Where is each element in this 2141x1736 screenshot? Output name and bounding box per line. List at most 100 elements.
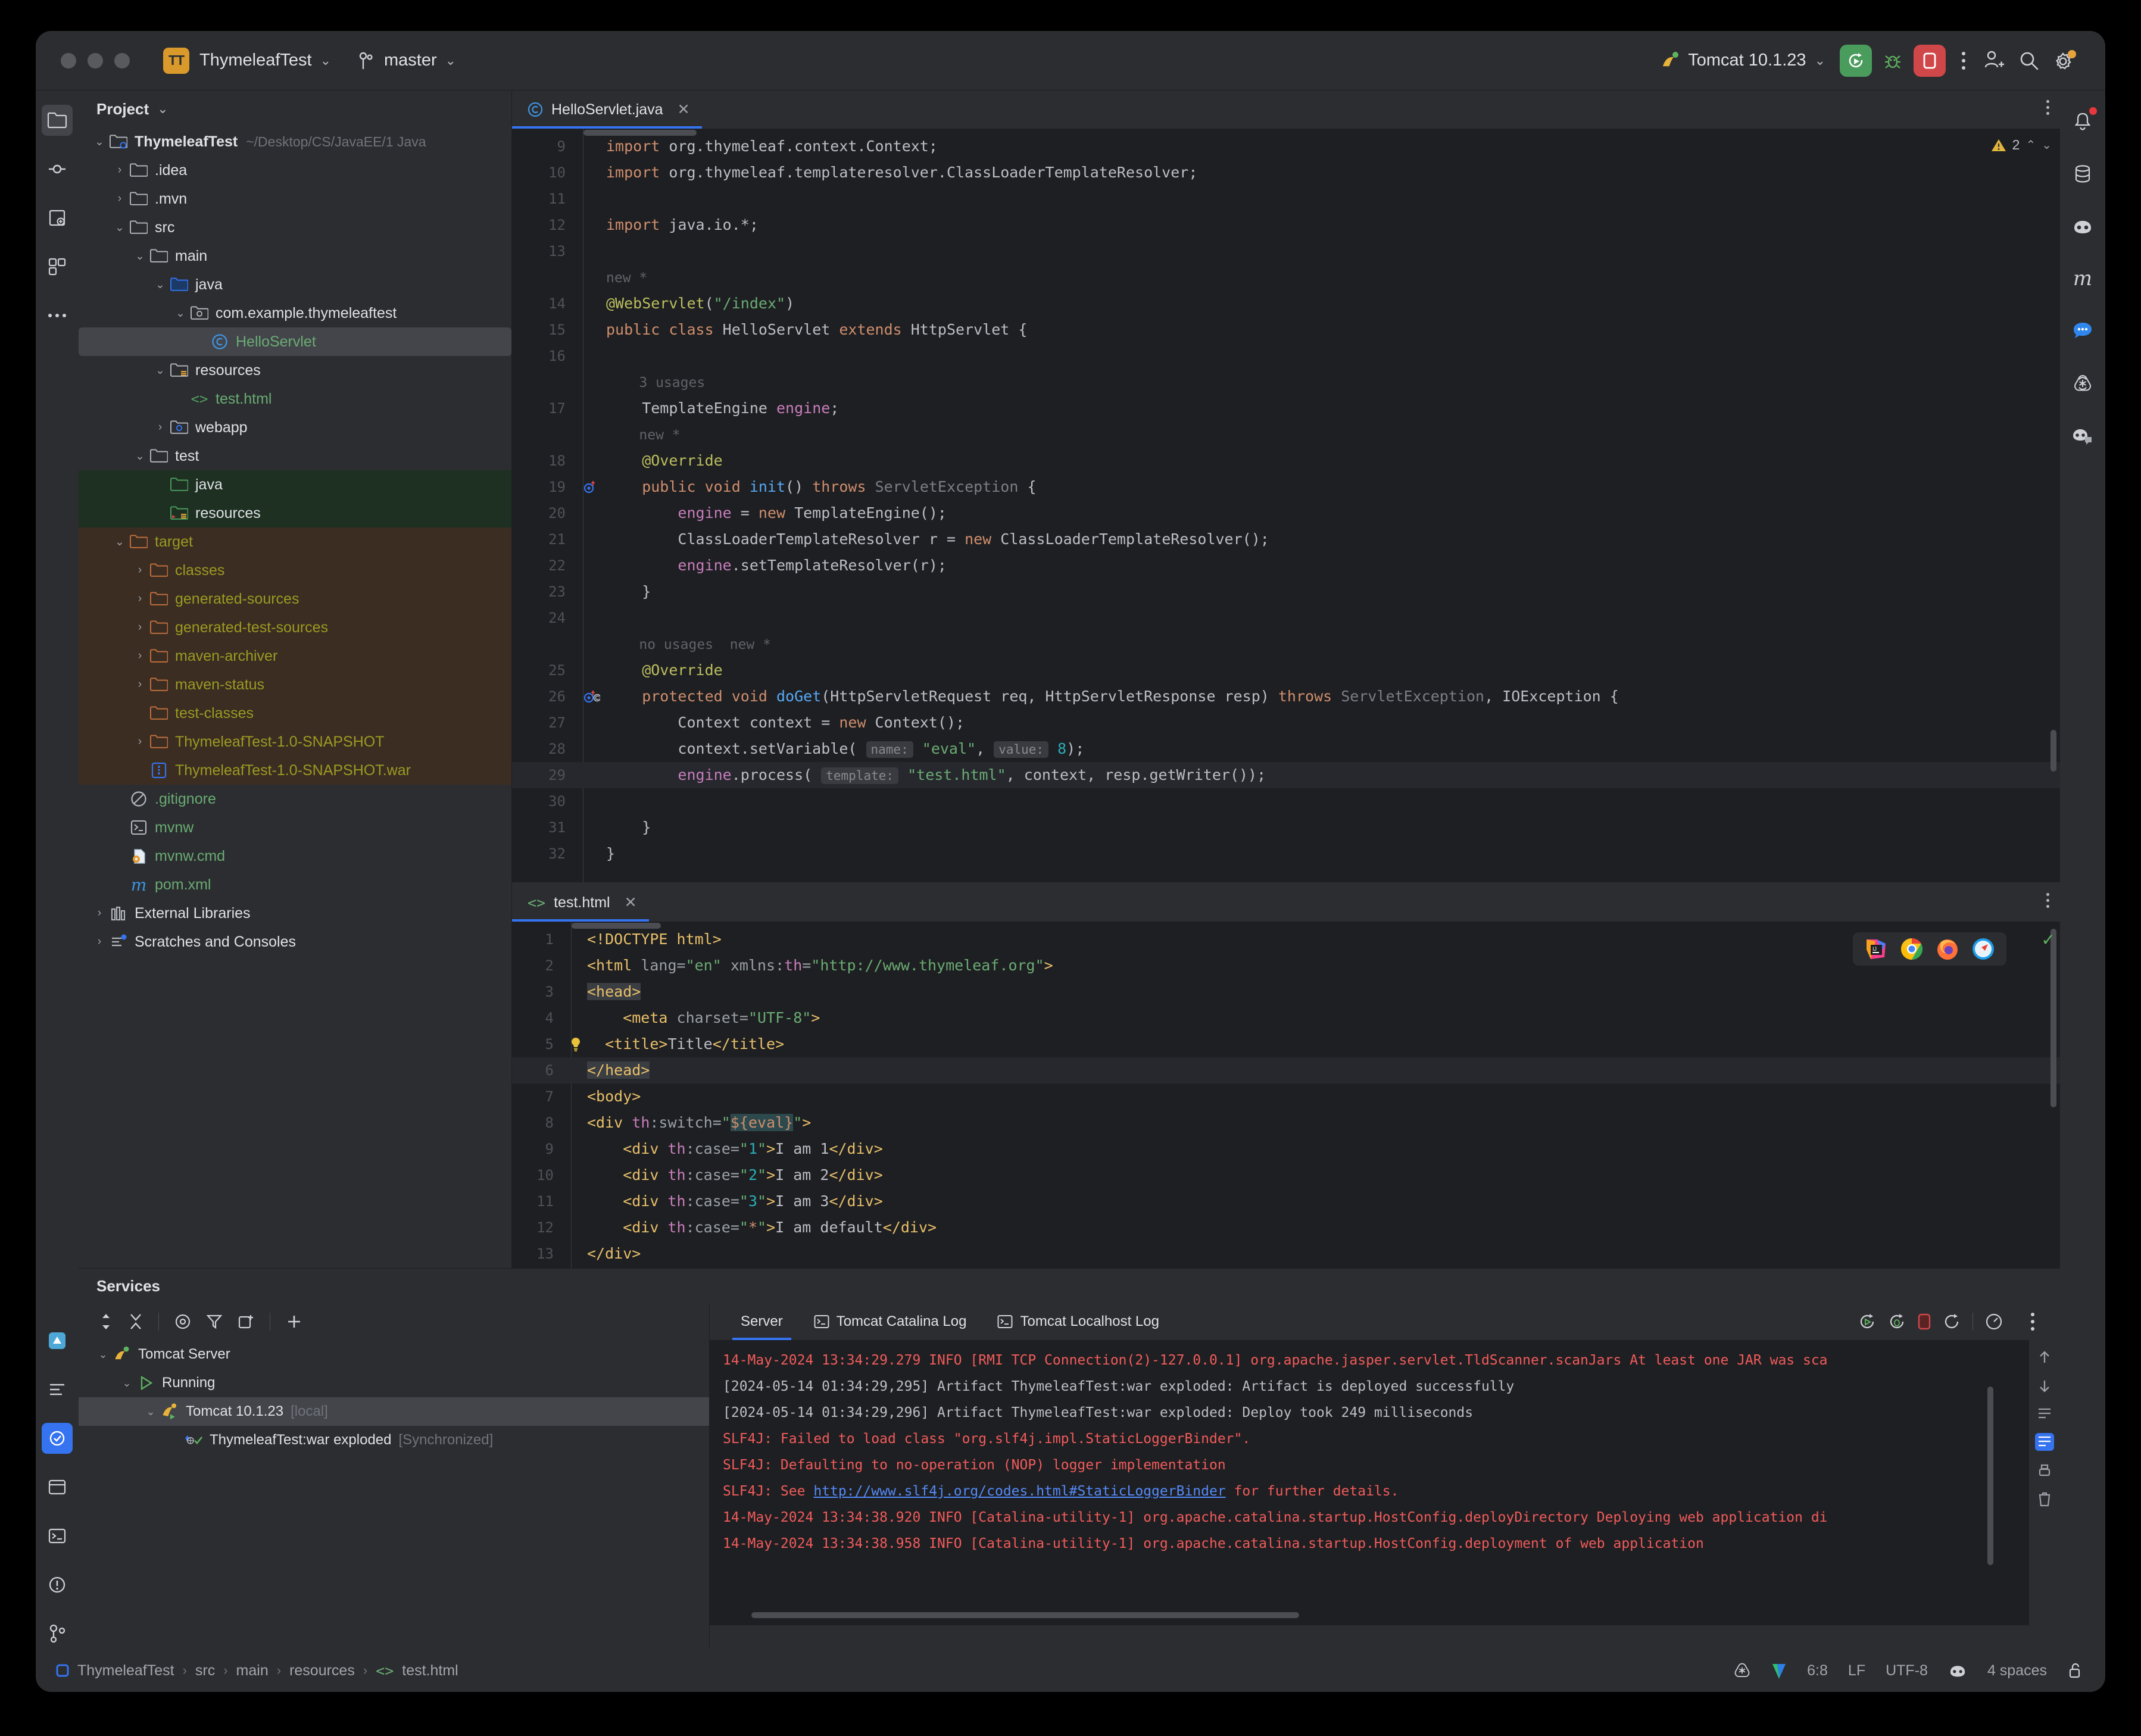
tab-test-html[interactable]: <> test.html ✕ (512, 883, 649, 922)
expand-arrow-icon[interactable]: › (111, 164, 129, 177)
java-horizontal-scrollbar[interactable] (583, 130, 697, 136)
git-branch-label[interactable]: master (384, 51, 437, 70)
status-crumb-4[interactable]: test.html (402, 1662, 458, 1679)
gutter-marker[interactable] (564, 926, 587, 953)
java-code-area[interactable]: 9import org.thymeleaf.context.Context;10… (512, 129, 2060, 882)
gutter-marker[interactable] (576, 631, 606, 657)
gutter-marker[interactable] (576, 788, 606, 814)
java-code-line[interactable]: new * (512, 264, 2060, 291)
gutter-marker[interactable] (576, 291, 606, 317)
database-icon[interactable] (2067, 158, 2098, 189)
html-code-line[interactable]: 5 <title>Title</title> (512, 1031, 2060, 1057)
tree-row--idea[interactable]: ›.idea (79, 156, 511, 185)
gutter-marker[interactable] (564, 1188, 587, 1214)
gutter-marker[interactable] (564, 1057, 587, 1084)
gutter-marker[interactable] (576, 317, 606, 343)
tree-row-target[interactable]: ⌄target (79, 527, 511, 556)
gutter-marker[interactable] (564, 1162, 587, 1188)
project-view-chevron-down-icon[interactable]: ⌄ (157, 101, 168, 117)
expand-arrow-icon[interactable]: › (131, 564, 149, 577)
gutter-marker[interactable] (576, 448, 606, 474)
stop-service-icon[interactable] (1918, 1313, 1931, 1330)
java-code-line[interactable]: 11 (512, 186, 2060, 212)
tree-row-mvnw-cmd[interactable]: mvnw.cmd (79, 842, 511, 870)
gutter-marker[interactable] (576, 212, 606, 238)
tree-row-thymeleaftest-1-0-snapshot[interactable]: ›ThymeleafTest-1.0-SNAPSHOT (79, 728, 511, 756)
java-code-line[interactable]: 17 TemplateEngine engine; (512, 395, 2060, 421)
run-config-label[interactable]: Tomcat 10.1.23 (1688, 51, 1806, 70)
java-code-line[interactable]: 31 } (512, 814, 2060, 841)
project-tree[interactable]: ⌄ ThymeleafTest ~/Desktop/CS/JavaEE/1 Ja… (79, 127, 511, 1295)
tree-row-scratches-and-consoles[interactable]: ›Scratches and Consoles (79, 928, 511, 956)
sidebar-item-more[interactable] (42, 300, 73, 331)
filter-icon[interactable] (207, 1314, 222, 1329)
java-code-line[interactable]: 26 protected void doGet(HttpServletReque… (512, 683, 2060, 710)
gutter-marker[interactable] (576, 552, 606, 579)
java-code-line[interactable]: 14@WebServlet("/index") (512, 291, 2060, 317)
gutter-marker[interactable] (576, 605, 606, 631)
run-configuration-selector[interactable]: Tomcat 10.1.23 ⌄ (1661, 51, 1825, 71)
status-crumb-2[interactable]: main (236, 1662, 269, 1679)
expand-arrow-icon[interactable]: › (131, 650, 149, 663)
java-code-line[interactable]: 16 (512, 343, 2060, 369)
lock-icon[interactable] (2067, 1662, 2083, 1679)
gutter-marker[interactable] (576, 343, 606, 369)
java-code-line[interactable]: 15public class HelloServlet extends Http… (512, 317, 2060, 343)
java-code-line[interactable]: 25 @Override (512, 657, 2060, 683)
add-tab-icon[interactable] (238, 1313, 254, 1330)
gutter-marker[interactable] (564, 1005, 587, 1031)
sidebar-item-terminal[interactable] (42, 1520, 73, 1551)
services-tree-row[interactable]: ThymeleafTest:war exploded[Synchronized] (79, 1426, 709, 1454)
run-config-chevron-down-icon[interactable]: ⌄ (1815, 53, 1825, 68)
debug-service-icon[interactable] (1888, 1313, 1906, 1331)
html-code-line[interactable]: 12 <div th:case="*">I am default</div> (512, 1214, 2060, 1241)
tab-helloservlet-java[interactable]: HelloServlet.java ✕ (512, 90, 702, 129)
indent-setting[interactable]: 4 spaces (1987, 1662, 2047, 1679)
gutter-marker[interactable] (576, 160, 606, 186)
gutter-marker[interactable] (564, 979, 587, 1005)
gutter-marker[interactable] (576, 841, 606, 867)
gutter-marker[interactable] (576, 133, 606, 160)
java-code-line[interactable]: 12import java.io.*; (512, 212, 2060, 238)
gutter-marker[interactable] (576, 683, 606, 710)
html-code-line[interactable]: 1<!DOCTYPE html> (512, 926, 2060, 953)
clear-all-icon[interactable] (2037, 1491, 2052, 1507)
tree-row-com-example-thymeleaftest[interactable]: ⌄com.example.thymeleaftest (79, 299, 511, 327)
console-vertical-scrollbar[interactable] (1987, 1387, 1993, 1565)
rerun-service-icon[interactable] (1858, 1313, 1876, 1331)
expand-arrow-icon[interactable]: › (131, 621, 149, 634)
scroll-down-icon[interactable] (2037, 1378, 2052, 1394)
tree-row-thymeleaftest-1-0-snapshot-war[interactable]: ThymeleafTest-1.0-SNAPSHOT.war (79, 756, 511, 785)
gutter-marker[interactable] (576, 264, 606, 291)
tab-server[interactable]: Server (725, 1303, 798, 1340)
next-problem-icon[interactable]: ⌄ (2042, 138, 2052, 152)
java-code-line[interactable]: 29 engine.process( template: "test.html"… (512, 762, 2060, 788)
java-vertical-scrollbar[interactable] (2051, 730, 2056, 772)
html-code-line[interactable]: 7<body> (512, 1084, 2060, 1110)
tree-row-root[interactable]: ⌄ ThymeleafTest ~/Desktop/CS/JavaEE/1 Ja… (79, 127, 511, 156)
sidebar-item-problems[interactable] (42, 1569, 73, 1600)
print-icon[interactable] (2037, 1464, 2052, 1478)
html-code-lines[interactable]: 1<!DOCTYPE html>2<html lang="en" xmlns:t… (512, 922, 2060, 1293)
sidebar-item-structure[interactable] (42, 251, 73, 282)
expand-arrow-icon[interactable]: ⌄ (151, 278, 169, 292)
sidebar-item-project[interactable] (42, 105, 73, 136)
tree-row-maven-status[interactable]: ›maven-status (79, 670, 511, 699)
expand-arrow-icon[interactable]: ⌄ (118, 1377, 136, 1390)
tree-row-maven-archiver[interactable]: ›maven-archiver (79, 642, 511, 670)
html-vertical-scrollbar[interactable] (2051, 929, 2056, 1107)
tree-row--mvn[interactable]: ›.mvn (79, 185, 511, 213)
expand-arrow-icon[interactable]: ⌄ (171, 307, 189, 320)
gutter-marker[interactable] (564, 953, 587, 979)
html-code-line[interactable]: 2<html lang="en" xmlns:th="http://www.th… (512, 953, 2060, 979)
notifications-bell-icon[interactable] (2067, 106, 2098, 137)
html-code-line[interactable]: 3<head> (512, 979, 2060, 1005)
expand-arrow-icon[interactable]: ⌄ (111, 535, 129, 549)
expand-arrow-icon[interactable]: ⌄ (142, 1406, 160, 1418)
file-encoding[interactable]: UTF-8 (1886, 1662, 1928, 1679)
openai-icon[interactable] (2067, 368, 2098, 399)
maximize-button[interactable] (114, 53, 130, 68)
html-horizontal-scrollbar[interactable] (572, 923, 661, 929)
expand-arrow-icon[interactable]: ⌄ (90, 135, 108, 149)
java-code-lines[interactable]: 9import org.thymeleaf.context.Context;10… (512, 129, 2060, 882)
